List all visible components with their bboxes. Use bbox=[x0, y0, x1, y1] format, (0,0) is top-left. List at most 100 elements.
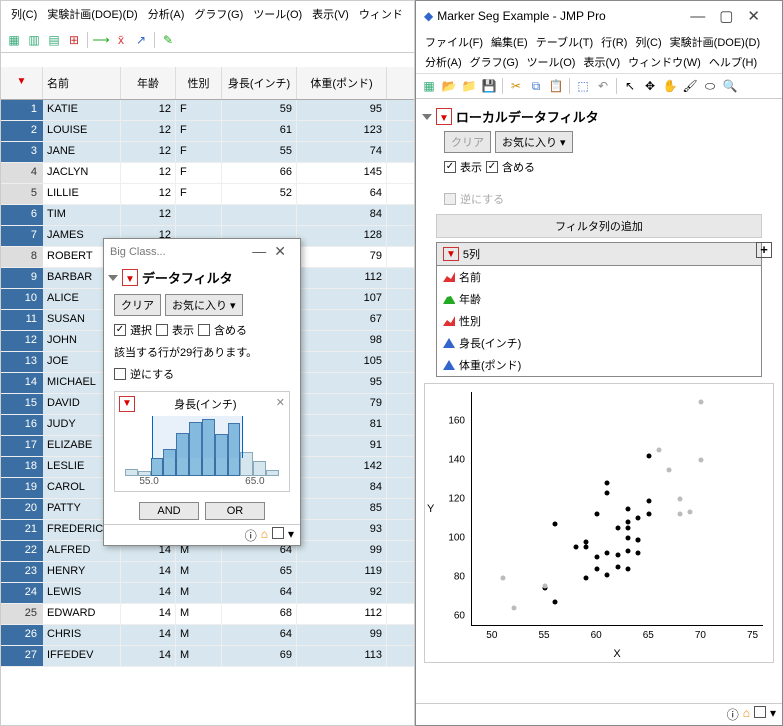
cell-weight[interactable]: 95 bbox=[297, 100, 387, 120]
open-icon[interactable]: 📁 bbox=[460, 77, 478, 95]
menu-item[interactable]: ツール(O) bbox=[249, 4, 306, 24]
cell-weight[interactable]: 74 bbox=[297, 142, 387, 162]
cell-weight[interactable]: 128 bbox=[297, 226, 387, 246]
cell-height[interactable]: 65 bbox=[222, 562, 297, 582]
scatter-plot[interactable]: Y 6080100120140160 505560657075 X bbox=[424, 383, 774, 663]
brush-tool-icon[interactable]: 🖌 bbox=[681, 77, 699, 95]
cell-weight[interactable]: 142 bbox=[297, 457, 387, 477]
data-point[interactable] bbox=[625, 506, 630, 511]
close-button[interactable]: ✕ bbox=[747, 8, 774, 25]
row-number[interactable]: 27 bbox=[1, 646, 43, 666]
data-point[interactable] bbox=[625, 520, 630, 525]
cell-name[interactable]: TIM bbox=[43, 205, 121, 225]
row-number[interactable]: 6 bbox=[1, 205, 43, 225]
cell-weight[interactable]: 98 bbox=[297, 331, 387, 351]
cell-weight[interactable]: 67 bbox=[297, 310, 387, 330]
minimize-button[interactable]: — bbox=[690, 8, 719, 25]
paste-icon[interactable]: 📋 bbox=[547, 77, 565, 95]
row-number[interactable]: 3 bbox=[1, 142, 43, 162]
data-point[interactable] bbox=[625, 549, 630, 554]
dropdown-icon[interactable]: ▾ bbox=[770, 706, 776, 723]
save-icon[interactable]: 💾 bbox=[480, 77, 498, 95]
row-number[interactable]: 12 bbox=[1, 331, 43, 351]
col-header[interactable]: 身長(インチ) bbox=[222, 67, 297, 99]
toolbar-icon[interactable]: x̄ bbox=[112, 31, 130, 49]
cell-weight[interactable]: 79 bbox=[297, 394, 387, 414]
favorites-button[interactable]: お気に入り ▾ bbox=[495, 131, 573, 153]
column-item[interactable]: 体重(ポンド) bbox=[437, 354, 761, 376]
data-point[interactable] bbox=[594, 566, 599, 571]
row-number[interactable]: 7 bbox=[1, 226, 43, 246]
data-point[interactable] bbox=[553, 599, 558, 604]
data-point[interactable] bbox=[584, 545, 589, 550]
table-row[interactable]: 27 IFFEDEV 14 M 69 113 bbox=[1, 646, 414, 667]
menu-item[interactable]: ツール(O) bbox=[524, 53, 579, 71]
and-button[interactable]: AND bbox=[139, 502, 199, 520]
menu-item[interactable]: ウィンド bbox=[355, 4, 407, 24]
cell-weight[interactable]: 95 bbox=[297, 373, 387, 393]
data-point[interactable] bbox=[625, 535, 630, 540]
cell-age[interactable]: 12 bbox=[121, 184, 176, 204]
row-number[interactable]: 15 bbox=[1, 394, 43, 414]
info-icon[interactable]: ⓘ bbox=[245, 527, 257, 544]
status-checkbox[interactable] bbox=[754, 706, 766, 718]
row-number[interactable]: 14 bbox=[1, 373, 43, 393]
toolbar-icon[interactable]: ▦ bbox=[5, 31, 23, 49]
cell-name[interactable]: LEWIS bbox=[43, 583, 121, 603]
cell-sex[interactable]: M bbox=[176, 625, 222, 645]
cell-sex[interactable]: F bbox=[176, 121, 222, 141]
data-point[interactable] bbox=[677, 496, 682, 501]
data-point[interactable] bbox=[646, 498, 651, 503]
cell-name[interactable]: KATIE bbox=[43, 100, 121, 120]
toolbar-icon[interactable]: ⟶ bbox=[92, 31, 110, 49]
data-point[interactable] bbox=[688, 510, 693, 515]
data-point[interactable] bbox=[605, 572, 610, 577]
row-number[interactable]: 19 bbox=[1, 478, 43, 498]
row-number[interactable]: 26 bbox=[1, 625, 43, 645]
data-point[interactable] bbox=[625, 566, 630, 571]
cell-name[interactable]: EDWARD bbox=[43, 604, 121, 624]
menu-item[interactable]: 列(C) bbox=[7, 4, 41, 24]
table-row[interactable]: 5 LILLIE 12 F 52 64 bbox=[1, 184, 414, 205]
cell-weight[interactable]: 92 bbox=[297, 583, 387, 603]
show-checkbox[interactable] bbox=[444, 161, 456, 173]
cell-age[interactable]: 14 bbox=[121, 583, 176, 603]
row-number[interactable]: 8 bbox=[1, 247, 43, 267]
cell-weight[interactable]: 99 bbox=[297, 625, 387, 645]
menu-item[interactable]: 実験計画(DOE)(D) bbox=[43, 4, 141, 24]
table-row[interactable]: 4 JACLYN 12 F 66 145 bbox=[1, 163, 414, 184]
menu-item[interactable]: ウィンドウ(W) bbox=[625, 53, 704, 71]
data-point[interactable] bbox=[636, 537, 641, 542]
disclosure-icon[interactable] bbox=[422, 114, 432, 120]
cell-weight[interactable]: 99 bbox=[297, 541, 387, 561]
hotspot-icon[interactable]: ▼ bbox=[436, 108, 452, 125]
cell-weight[interactable]: 112 bbox=[297, 604, 387, 624]
cell-name[interactable]: HENRY bbox=[43, 562, 121, 582]
row-number[interactable]: 11 bbox=[1, 310, 43, 330]
show-checkbox[interactable] bbox=[156, 324, 168, 336]
row-number[interactable]: 20 bbox=[1, 499, 43, 519]
menu-item[interactable]: 分析(A) bbox=[144, 4, 189, 24]
or-button[interactable]: OR bbox=[205, 502, 265, 520]
cell-age[interactable]: 12 bbox=[121, 163, 176, 183]
cell-weight[interactable]: 84 bbox=[297, 478, 387, 498]
cell-weight[interactable]: 79 bbox=[297, 247, 387, 267]
menu-item[interactable]: 列(C) bbox=[632, 33, 664, 51]
menu-item[interactable]: テーブル(T) bbox=[533, 33, 596, 51]
row-number[interactable]: 5 bbox=[1, 184, 43, 204]
data-point[interactable] bbox=[605, 490, 610, 495]
cell-name[interactable]: LOUISE bbox=[43, 121, 121, 141]
zoom-tool-icon[interactable]: 🔍 bbox=[721, 77, 739, 95]
menu-item[interactable]: グラフ(G) bbox=[467, 53, 522, 71]
data-point[interactable] bbox=[584, 539, 589, 544]
column-item[interactable]: 年齢 bbox=[437, 288, 761, 310]
data-point[interactable] bbox=[594, 512, 599, 517]
cell-age[interactable]: 12 bbox=[121, 142, 176, 162]
cell-name[interactable]: JANE bbox=[43, 142, 121, 162]
data-point[interactable] bbox=[501, 576, 506, 581]
menu-item[interactable]: 分析(A) bbox=[422, 53, 465, 71]
row-number[interactable]: 13 bbox=[1, 352, 43, 372]
col-header[interactable]: 年齢 bbox=[121, 67, 176, 99]
hand-tool-icon[interactable]: ✋ bbox=[661, 77, 679, 95]
open-icon[interactable]: 📂 bbox=[440, 77, 458, 95]
